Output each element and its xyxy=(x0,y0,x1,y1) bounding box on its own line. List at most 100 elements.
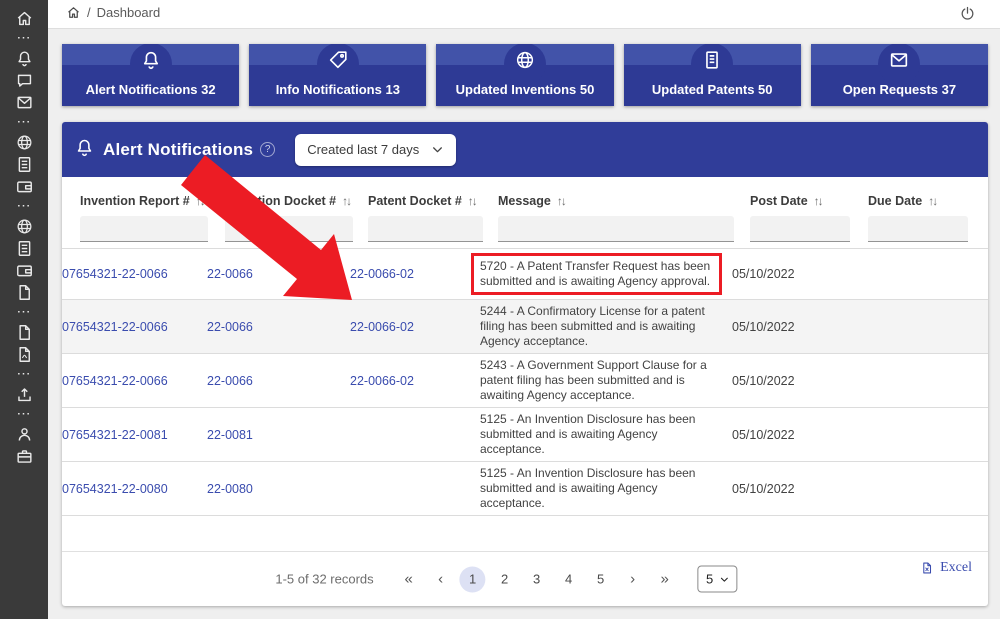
page-size-select[interactable]: 5 xyxy=(698,566,738,593)
excel-export-link[interactable]: Excel xyxy=(920,560,972,576)
chat-icon[interactable] xyxy=(14,70,34,90)
home-icon[interactable] xyxy=(14,8,34,28)
page-button-1[interactable]: 1 xyxy=(460,566,486,592)
sort-icon[interactable]: ↑↓ xyxy=(928,194,936,208)
invention-docket-link[interactable]: 22-0066 xyxy=(207,320,350,334)
wallet-icon[interactable] xyxy=(14,176,34,196)
sort-icon[interactable]: ↑↓ xyxy=(814,194,822,208)
column-label: Invention Docket # xyxy=(225,194,336,208)
help-icon[interactable]: ? xyxy=(260,142,275,157)
filter-input-patent-docket[interactable] xyxy=(368,216,483,242)
records-count: 1-5 of 32 records xyxy=(275,572,373,587)
ellipsis-separator xyxy=(17,200,32,214)
invention-report-link[interactable]: 07654321-22-0066 xyxy=(62,320,207,334)
file-icon[interactable] xyxy=(14,282,34,302)
invention-docket-link[interactable]: 22-0081 xyxy=(207,428,350,442)
home-icon xyxy=(66,5,81,20)
sort-icon[interactable]: ↑↓ xyxy=(557,194,565,208)
filter-input-invention-docket[interactable] xyxy=(225,216,353,242)
invention-report-link[interactable]: 07654321-22-0081 xyxy=(62,428,207,442)
invention-report-link[interactable]: 07654321-22-0066 xyxy=(62,267,207,281)
upload-icon[interactable] xyxy=(14,384,34,404)
panel-title: Alert Notifications xyxy=(103,140,253,160)
invention-docket-link[interactable]: 22-0066 xyxy=(207,267,350,281)
filter-input-invention-report[interactable] xyxy=(80,216,208,242)
bell-icon[interactable] xyxy=(14,48,34,68)
invention-report-link[interactable]: 07654321-22-0080 xyxy=(62,482,207,496)
patent-docket-link[interactable]: 22-0066-02 xyxy=(350,320,480,334)
filter-input-post-date[interactable] xyxy=(750,216,850,242)
table-row: 07654321-22-0080 22-0080 5125 - An Inven… xyxy=(62,461,988,515)
chevron-down-icon xyxy=(719,574,729,584)
person-icon[interactable] xyxy=(14,424,34,444)
ellipsis-separator xyxy=(17,408,32,422)
table-body: 07654321-22-0066 22-0066 22-0066-02 5720… xyxy=(62,248,988,516)
message-cell: 5244 - A Confirmatory License for a pate… xyxy=(480,304,732,349)
post-date-cell: 05/10/2022 xyxy=(732,374,850,388)
annotation-highlight-box: 5720 - A Patent Transfer Request has bee… xyxy=(471,253,722,295)
breadcrumb[interactable]: / Dashboard xyxy=(66,5,160,20)
ellipsis-separator xyxy=(17,368,32,382)
column-header-post-date[interactable]: Post Date ↑↓ xyxy=(750,177,868,208)
main-content: Alert Notifications 32 Info Notification… xyxy=(48,29,1000,619)
pdf-file-icon[interactable] xyxy=(14,344,34,364)
created-filter-dropdown[interactable]: Created last 7 days xyxy=(295,134,456,166)
filter-input-message[interactable] xyxy=(498,216,734,242)
page-button-2[interactable]: 2 xyxy=(492,566,518,592)
column-header-message[interactable]: Message↑↓ xyxy=(498,177,750,208)
column-label: Due Date xyxy=(868,194,922,208)
mail-icon[interactable] xyxy=(14,92,34,112)
page-button-5[interactable]: 5 xyxy=(588,566,614,592)
card-info-notifications[interactable]: Info Notifications 13 xyxy=(249,44,426,106)
patent-docket-link[interactable]: 22-0066-02 xyxy=(350,374,480,388)
page-button-3[interactable]: 3 xyxy=(524,566,550,592)
column-header-patent-docket[interactable]: Patent Docket #↑↓ xyxy=(368,177,498,208)
bell-icon xyxy=(74,137,95,163)
file-icon[interactable] xyxy=(14,322,34,342)
column-header-invention-docket[interactable]: Invention Docket # ↑↓ xyxy=(225,177,368,208)
message-cell: 5243 - A Government Support Clause for a… xyxy=(480,358,732,403)
post-date-cell: 05/10/2022 xyxy=(732,267,850,281)
globe-icon xyxy=(514,49,536,76)
column-header-invention-report[interactable]: Invention Report # ↑↓ xyxy=(80,177,225,208)
table-footer: 1-5 of 32 records « ‹ 1 2 3 4 5 › » 5 Ex… xyxy=(62,551,988,606)
table-row: 07654321-22-0066 22-0066 22-0066-02 5720… xyxy=(62,248,988,299)
card-updated-patents[interactable]: Updated Patents 50 xyxy=(624,44,801,106)
sort-icon[interactable]: ↑↓ xyxy=(468,194,476,208)
sort-icon[interactable]: ↑↓ xyxy=(196,194,204,208)
patent-docket-link[interactable]: 22-0066-02 xyxy=(350,267,480,281)
invention-docket-link[interactable]: 22-0080 xyxy=(207,482,350,496)
document-icon[interactable] xyxy=(14,238,34,258)
book-icon xyxy=(701,49,723,76)
card-alert-notifications[interactable]: Alert Notifications 32 xyxy=(62,44,239,106)
page-button-4[interactable]: 4 xyxy=(556,566,582,592)
invention-docket-link[interactable]: 22-0066 xyxy=(207,374,350,388)
mail-icon xyxy=(888,49,910,76)
filter-input-due-date[interactable] xyxy=(868,216,968,242)
tag-icon xyxy=(327,49,349,76)
alert-notifications-panel: Alert Notifications ? Created last 7 day… xyxy=(62,122,988,606)
sort-icon[interactable]: ↑↓ xyxy=(342,194,350,208)
last-page-button[interactable]: » xyxy=(652,566,678,592)
prev-page-button[interactable]: ‹ xyxy=(428,566,454,592)
message-cell: 5125 - An Invention Disclosure has been … xyxy=(480,466,732,511)
column-label: Invention Report # xyxy=(80,194,190,208)
invention-report-link[interactable]: 07654321-22-0066 xyxy=(62,374,207,388)
document-icon[interactable] xyxy=(14,154,34,174)
message-cell: 5125 - An Invention Disclosure has been … xyxy=(480,412,732,457)
post-date-cell: 05/10/2022 xyxy=(732,320,850,334)
table-row: 07654321-22-0066 22-0066 22-0066-02 5244… xyxy=(62,299,988,353)
card-updated-inventions[interactable]: Updated Inventions 50 xyxy=(436,44,613,106)
power-icon[interactable] xyxy=(959,5,976,22)
card-open-requests[interactable]: Open Requests 37 xyxy=(811,44,988,106)
wallet-icon[interactable] xyxy=(14,260,34,280)
excel-label: Excel xyxy=(940,560,972,576)
first-page-button[interactable]: « xyxy=(396,566,422,592)
next-page-button[interactable]: › xyxy=(620,566,646,592)
globe-icon[interactable] xyxy=(14,216,34,236)
created-filter-value: Created last 7 days xyxy=(307,142,419,157)
briefcase-icon[interactable] xyxy=(14,446,34,466)
globe-icon[interactable] xyxy=(14,132,34,152)
column-header-due-date[interactable]: Due Date ↑↓ xyxy=(868,177,978,208)
column-label: Post Date xyxy=(750,194,808,208)
